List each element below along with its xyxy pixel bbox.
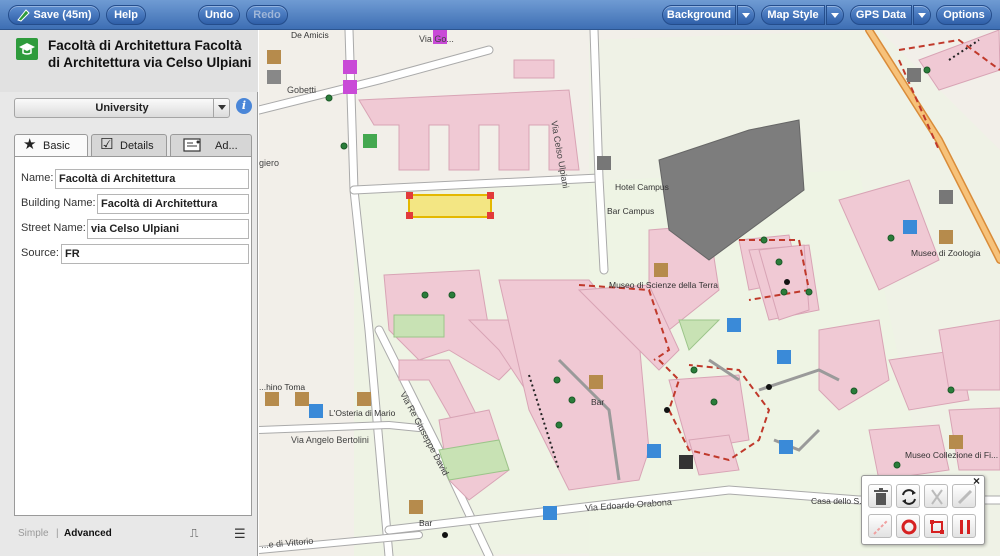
quadrilateralise-icon bbox=[960, 520, 970, 534]
map-label-osteria: L'Osteria di Mario bbox=[329, 408, 396, 418]
split-button[interactable] bbox=[924, 484, 948, 508]
circularise-icon bbox=[901, 519, 917, 535]
gps-data-button[interactable]: GPS Data bbox=[850, 5, 912, 25]
simple-mode-link[interactable]: Simple bbox=[18, 528, 49, 539]
tab-basic[interactable]: ★ Basic bbox=[14, 134, 88, 157]
straighten-icon bbox=[873, 519, 889, 535]
street-name-field[interactable]: via Celso Ulpiani bbox=[87, 219, 249, 239]
info-icon[interactable]: i bbox=[236, 98, 252, 114]
background-label: Background bbox=[666, 9, 732, 21]
square-button[interactable] bbox=[924, 514, 948, 538]
save-label: Save (45m) bbox=[33, 9, 92, 21]
undo-label: Undo bbox=[204, 9, 234, 21]
map-label-toma: ...hino Toma bbox=[259, 382, 306, 392]
gps-data-label: GPS Data bbox=[855, 9, 907, 21]
feature-title: Facoltà di Architettura Facoltà di Archi… bbox=[48, 38, 252, 70]
map-label-museo-scienze: Museo di Scienze della Terra bbox=[609, 280, 718, 290]
tab-advanced[interactable]: Ad... bbox=[170, 134, 252, 156]
name-label: Name: bbox=[21, 172, 54, 184]
chevron-down-icon bbox=[218, 105, 226, 110]
basic-form: Name: Facoltà di Architettura Building N… bbox=[14, 156, 252, 516]
reverse-icon bbox=[902, 489, 916, 505]
circularise-button[interactable] bbox=[896, 514, 920, 538]
tab-basic-label: Basic bbox=[43, 140, 70, 152]
redo-button[interactable]: Redo bbox=[246, 5, 288, 25]
straighten-button[interactable] bbox=[868, 514, 892, 538]
chevron-down-icon bbox=[831, 12, 839, 18]
advanced-tags-icon bbox=[183, 137, 203, 157]
help-button[interactable]: Help bbox=[106, 5, 146, 25]
map-style-label: Map Style bbox=[767, 9, 819, 21]
chevron-down-icon bbox=[918, 12, 926, 18]
building-name-label: Building Name: bbox=[21, 197, 96, 209]
name-field[interactable]: Facoltà di Architettura bbox=[55, 169, 249, 189]
save-icon bbox=[16, 8, 31, 22]
quadrilateralise-button[interactable] bbox=[952, 514, 976, 538]
delete-button[interactable] bbox=[868, 484, 892, 508]
gps-data-dropdown-button[interactable] bbox=[913, 5, 931, 25]
preset-dropdown[interactable] bbox=[213, 99, 229, 117]
map-label-de-amicis: De Amicis bbox=[291, 30, 329, 40]
panel-header: Facoltà di Architettura Facoltà di Archi… bbox=[0, 30, 258, 92]
building-name-field[interactable]: Facoltà di Architettura bbox=[97, 194, 249, 214]
map-label-museo-collezione: Museo Collezione di Fi... bbox=[905, 450, 999, 460]
feature-editor-panel: Facoltà di Architettura Facoltà di Archi… bbox=[0, 30, 258, 556]
street-name-label: Street Name: bbox=[21, 222, 86, 234]
preset-label: University bbox=[95, 102, 149, 114]
redo-label: Redo bbox=[253, 9, 281, 21]
mode-separator: | bbox=[56, 528, 59, 539]
undo-button[interactable]: Undo bbox=[198, 5, 240, 25]
preset-select[interactable]: University bbox=[14, 98, 230, 118]
source-label: Source: bbox=[21, 247, 59, 259]
map-label-museo-zoologia: Museo di Zoologia bbox=[911, 248, 981, 258]
source-field[interactable]: FR bbox=[61, 244, 249, 264]
help-label: Help bbox=[114, 9, 138, 21]
advanced-mode-link[interactable]: Advanced bbox=[64, 528, 112, 539]
tab-details-label: Details bbox=[120, 140, 154, 152]
tool-palette: × bbox=[861, 474, 985, 545]
tab-advanced-label: Ad... bbox=[215, 140, 238, 152]
map-style-button[interactable]: Map Style bbox=[761, 5, 825, 25]
map-label-bar-campus: Bar Campus bbox=[607, 206, 655, 216]
map-label-gobetti: Gobetti bbox=[287, 85, 317, 95]
background-button[interactable]: Background bbox=[662, 5, 736, 25]
map-label-casa-dello: Casa dello S... bbox=[811, 496, 867, 506]
map-label-hotel-campus: Hotel Campus bbox=[615, 182, 669, 192]
reverse-button[interactable] bbox=[896, 484, 920, 508]
save-button[interactable]: Save (45m) bbox=[8, 5, 100, 25]
menu-icon[interactable]: ☰ bbox=[234, 526, 246, 542]
square-icon bbox=[930, 520, 944, 534]
university-icon bbox=[16, 38, 38, 60]
split-icon bbox=[931, 489, 943, 505]
panel-footer: Simple | Advanced ⎍ ☰ bbox=[14, 526, 252, 542]
disconnect-icon bbox=[957, 489, 973, 505]
checkbox-icon: ☑ bbox=[100, 136, 114, 153]
delete-icon bbox=[874, 488, 888, 505]
background-dropdown-button[interactable] bbox=[737, 5, 755, 25]
star-icon: ★ bbox=[23, 136, 37, 153]
map-style-dropdown-button[interactable] bbox=[826, 5, 844, 25]
top-toolbar: Save (45m) Help Undo Redo Background Map… bbox=[0, 0, 1000, 30]
options-label: Options bbox=[943, 9, 985, 21]
disconnect-button[interactable] bbox=[952, 484, 976, 508]
tab-details[interactable]: ☑ Details bbox=[91, 134, 167, 156]
map-label-via-goffredo: Via Go... bbox=[419, 34, 454, 44]
options-button[interactable]: Options bbox=[936, 5, 992, 25]
map-label-angelo-bertolini: Via Angelo Bertolini bbox=[291, 435, 369, 445]
map-label-giero: giero bbox=[259, 158, 280, 168]
editor-tabs: ★ Basic ☑ Details Ad... bbox=[14, 134, 252, 157]
tag-view-icon[interactable]: ⎍ bbox=[190, 526, 198, 541]
map-label-bar: Bar bbox=[591, 397, 605, 407]
chevron-down-icon bbox=[742, 12, 750, 18]
map-label-bar-2: Bar bbox=[419, 518, 433, 528]
